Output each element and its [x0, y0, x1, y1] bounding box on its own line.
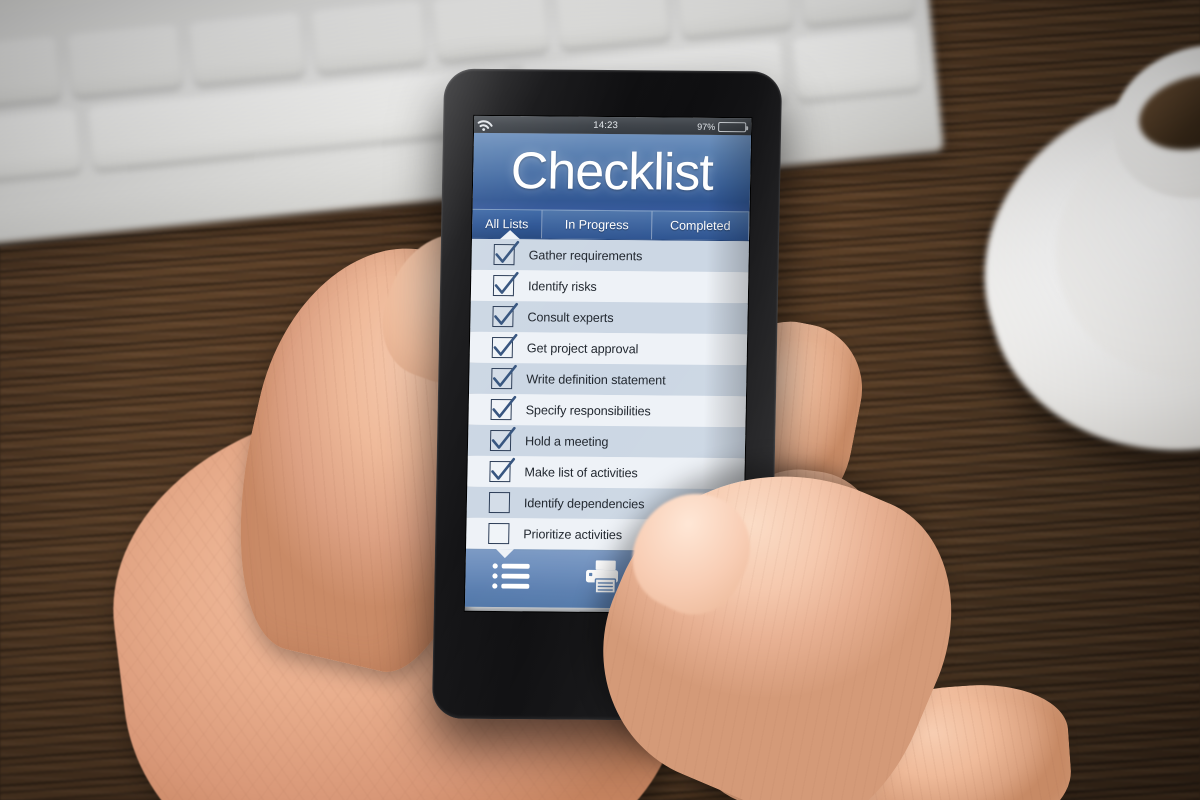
list-item[interactable]: Consult experts [470, 300, 748, 335]
list-item-label: Make list of activities [524, 464, 638, 480]
keyboard-key [791, 26, 922, 101]
list-item[interactable]: Write definition statement [468, 362, 747, 397]
tab-completed[interactable]: Completed [651, 211, 750, 241]
battery-percent-label: 97% [697, 121, 716, 132]
checkbox-box [488, 522, 510, 544]
keyboard-key [66, 24, 183, 98]
keyboard-key [188, 12, 305, 86]
checkmark-icon [489, 424, 518, 457]
lists-button[interactable] [465, 550, 558, 608]
list-item-label: Gather requirements [528, 247, 643, 263]
list-item-label: Get project approval [526, 340, 639, 356]
app-header: Checklist [472, 132, 752, 213]
status-bar: 14:23 97% [474, 115, 752, 136]
photo-scene: 14:23 97% Checklist All Lists In Progres… [0, 0, 1200, 800]
tab-completed-label: Completed [669, 218, 731, 234]
keyboard-key [0, 36, 61, 110]
checkbox-checked[interactable] [489, 457, 516, 482]
keyboard-key [432, 0, 549, 62]
list-item-label: Prioritize activities [523, 526, 623, 542]
list-item-label: Hold a meeting [524, 433, 609, 449]
checkbox-checked[interactable] [490, 395, 517, 420]
list-item-label: Write definition statement [526, 371, 666, 388]
page-title: Checklist [510, 142, 714, 202]
keyboard-key [676, 0, 793, 38]
list-item-label: Specify responsibilities [525, 402, 651, 418]
checkmark-icon [491, 331, 520, 364]
checkmark-icon [488, 455, 517, 488]
list-item[interactable]: Identify risks [470, 269, 749, 304]
list-icon [491, 561, 532, 596]
tab-in-progress-label: In Progress [564, 217, 629, 233]
status-bar-right: 97% [670, 121, 747, 132]
active-tab-pointer [499, 230, 521, 240]
toolbar-pointer [495, 549, 515, 559]
checkbox-checked[interactable] [492, 302, 519, 328]
checkbox-checked[interactable] [491, 333, 518, 358]
checkbox-checked[interactable] [492, 271, 519, 297]
keyboard-key [0, 108, 82, 183]
checkbox-unchecked[interactable] [488, 491, 511, 513]
checkbox-box [488, 491, 511, 513]
list-item-label: Consult experts [527, 309, 614, 325]
status-bar-time: 14:23 [593, 119, 619, 132]
tab-in-progress[interactable]: In Progress [541, 210, 653, 240]
list-item-label: Identify risks [527, 278, 597, 294]
list-item[interactable]: Get project approval [469, 331, 748, 366]
checkbox-unchecked[interactable] [488, 522, 510, 544]
checkbox-checked[interactable] [489, 426, 516, 451]
list-item[interactable]: Make list of activities [467, 455, 745, 490]
list-item[interactable]: Specify responsibilities [468, 393, 747, 428]
status-bar-left [476, 116, 541, 134]
keyboard-key [310, 0, 427, 74]
tab-bar: All Lists In Progress Completed [471, 209, 750, 242]
checkmark-icon [492, 270, 521, 303]
checkmark-icon [492, 239, 521, 272]
wifi-icon [476, 116, 495, 134]
list-item-label: Identify dependencies [523, 495, 645, 511]
checkmark-icon [490, 362, 519, 395]
checkmark-icon [491, 300, 520, 333]
battery-icon [718, 121, 747, 132]
checkmark-icon [489, 393, 518, 426]
keyboard-key [798, 0, 915, 26]
checkbox-checked[interactable] [491, 364, 517, 389]
list-item[interactable]: Hold a meeting [467, 424, 746, 459]
keyboard-key [554, 0, 671, 50]
list-item[interactable]: Gather requirements [471, 238, 749, 273]
checkbox-checked[interactable] [493, 240, 520, 266]
